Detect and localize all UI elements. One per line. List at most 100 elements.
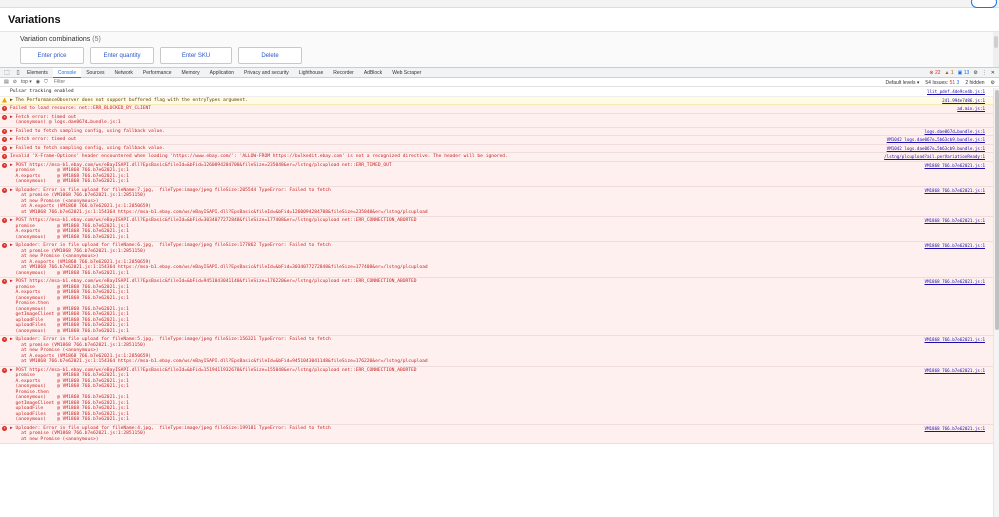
tab-network[interactable]: Network (110, 68, 138, 78)
error-icon: × (2, 279, 7, 284)
console-filter-input[interactable] (53, 78, 174, 86)
issues-error-count: 51 (949, 79, 956, 86)
live-expression-eye-icon[interactable]: ◉ (36, 79, 40, 85)
device-toolbar-icon[interactable]: ▯ (14, 69, 22, 77)
devtools-status: ⊗ 22 ▲ 1 ▣ 13 ⚙ ⋮ ✕ (929, 68, 995, 78)
error-icon: × (2, 106, 7, 111)
error-icon: × (2, 128, 7, 134)
console-message-line: (anonymous) @ VM1868 766.b7e62021.js:1 (10, 417, 129, 422)
tab-lighthouse[interactable]: Lighthouse (294, 68, 328, 78)
tab-web-scraper[interactable]: Web Scraper (387, 68, 426, 78)
console-source-link[interactable]: VM1868 766.b7e62021.js:1 (924, 188, 985, 194)
console-scrollbar[interactable] (993, 88, 999, 517)
variation-section: Variation combinations (5) Enter price E… (0, 32, 999, 67)
console-message-error[interactable]: × ▶ POST https://msa-b1.ebay.com/ws/eBayI… (0, 161, 993, 187)
enter-price-button[interactable]: Enter price (20, 47, 84, 64)
variation-actions: Enter price Enter quantity Enter SKU Del… (20, 47, 302, 64)
console-message-error[interactable]: × ▶ Uploader: Error in file upload for fi… (0, 186, 993, 217)
console-source-link[interactable]: VM1868 766.b7e62021.js:1 (924, 243, 985, 249)
clear-console-icon[interactable]: ⊘ (13, 79, 17, 85)
console-message-warn[interactable]: ▶ The PerformanceObserver does not suppo… (0, 96, 993, 105)
page-title: Variations (8, 13, 61, 26)
console-message-line: Invalid 'X-Frame-Options' header encount… (10, 154, 508, 159)
console-source-link[interactable]: VM1868 766.b7e62021.js:1 (924, 279, 985, 285)
more-options-icon[interactable]: ⋮ (982, 70, 987, 76)
console-source-link[interactable]: /lstng/plcupload?ail.perVariationReady:1 (884, 154, 985, 160)
tab-privacy-security[interactable]: Privacy and security (239, 68, 294, 78)
sidebar-toggle-icon[interactable]: ▤ (4, 79, 9, 85)
error-icon: × (2, 425, 7, 431)
console-settings-gear-icon[interactable]: ⚙ (991, 80, 995, 86)
warning-count-badge[interactable]: ▲ 1 (945, 70, 954, 76)
error-icon: × (2, 367, 7, 373)
console-message-error[interactable]: × ▶ Failed to fetch sampling config, usin… (0, 127, 993, 136)
console-message-error[interactable]: × ▶ POST https://msa-b1.ebay.com/ws/eBayI… (0, 366, 993, 425)
console-message-line: at VM1868 766.b7e62021.js:1:154364 https… (10, 209, 428, 215)
console-message-error[interactable]: × Invalid 'X-Frame-Options' header encoun… (0, 153, 993, 162)
variation-count: (5) (92, 36, 101, 43)
tab-recorder[interactable]: Recorder (328, 68, 359, 78)
tab-console[interactable]: Console (52, 67, 82, 78)
console-message-error[interactable]: × ▶ Fetch error: timed out VM1042 logs.dae… (0, 136, 993, 145)
tab-performance[interactable]: Performance (138, 68, 177, 78)
console-source-link[interactable]: VM1042 logs.dae067e…5b63cb9.bundle.js:1 (887, 137, 985, 143)
info-count-badge[interactable]: ▣ 13 (958, 70, 970, 76)
console-message-error[interactable]: × Failed to load resource: net::ERR_BLOCK… (0, 105, 993, 114)
tab-sources[interactable]: Sources (81, 68, 109, 78)
console-message-line: Failed to load resource: net::ERR_BLOCKE… (10, 106, 152, 111)
page-scrollbar[interactable] (993, 32, 999, 67)
error-count-badge[interactable]: ⊗ 22 (929, 70, 940, 76)
console-message-error[interactable]: × ▶ POST https://msa-b1.ebay.com/ws/eBayI… (0, 217, 993, 242)
screen: Variations Variation combinations (5) En… (0, 0, 999, 517)
console-message-log[interactable]: Pulsar tracking enabled llit_pdef.4de9ce4… (0, 88, 993, 97)
console-filterbar: ▤ ⊘ top ▾ ◉ ⛉ Default levels ▾ 54 Issues… (0, 78, 999, 87)
console-source-link[interactable]: 241.994e7d86.js:1 (942, 98, 985, 104)
info-count: 13 (963, 70, 970, 76)
console-message-error[interactable]: × ▶ Uploader: Error in file upload for fi… (0, 336, 993, 367)
error-count: 22 (934, 70, 941, 76)
enter-quantity-button[interactable]: Enter quantity (90, 47, 154, 64)
console-message-error[interactable]: × ▶ Fetch error: timed out (anonymous) @ … (0, 113, 993, 128)
tab-memory[interactable]: Memory (177, 68, 205, 78)
console-source-link[interactable]: VM1868 766.b7e62021.js:1 (924, 218, 985, 224)
enter-sku-button[interactable]: Enter SKU (160, 47, 232, 64)
close-devtools-icon[interactable]: ✕ (991, 70, 995, 76)
console-source-link[interactable]: VM1868 766.b7e62021.js:1 (924, 426, 985, 432)
browser-toolbar-strip (0, 0, 999, 8)
console-message-line: ▶ Fetch error: timed out (10, 137, 77, 142)
console-message-line: (anonymous) @ VM1868 766.b7e62021.js:1 (10, 270, 129, 276)
console-source-link[interactable]: llit_pdef.4de9ce4b.js:1 (927, 89, 985, 95)
tab-adblock[interactable]: AdBlock (359, 68, 387, 78)
error-icon: × (2, 187, 7, 193)
console-message-error[interactable]: × ▶ Uploader: Error in file upload for fi… (0, 424, 993, 444)
console-message-line: (anonymous) @ VM1868 766.b7e62021.js:1 (10, 179, 129, 184)
issues-label: 54 Issues: (925, 79, 949, 86)
context-selector[interactable]: top ▾ (21, 79, 32, 85)
page-scrollbar-thumb[interactable] (994, 36, 998, 48)
console-message-error[interactable]: × ▶ POST https://msa-b1.ebay.com/ws/eBayI… (0, 278, 993, 336)
delete-button[interactable]: Delete (238, 47, 302, 64)
inspect-icon[interactable]: ⬚ (3, 69, 11, 77)
console-source-link[interactable]: logs.dae067d…bundle.js:1 (924, 129, 985, 135)
profile-button[interactable] (971, 0, 997, 8)
console-message-line: ▶ Failed to fetch sampling config, using… (10, 128, 165, 134)
console-source-link[interactable]: VM1868 766.b7e62021.js:1 (924, 368, 985, 374)
settings-gear-icon[interactable]: ⚙ (973, 70, 977, 76)
console-source-link[interactable]: VM1868 766.b7e62021.js:1 (924, 163, 985, 169)
console-source-link[interactable]: VM1868 766.b7e62021.js:1 (924, 337, 985, 343)
issues-button[interactable]: 54 Issues: 51 3 (925, 80, 959, 86)
filter-icon: ⛉ (44, 79, 48, 85)
error-icon: × (2, 137, 7, 142)
issues-info-count: 3 (956, 79, 960, 86)
console-source-link[interactable]: ad.min.js:1 (957, 106, 985, 112)
console-scrollbar-thumb[interactable] (995, 90, 999, 330)
page-header: Variations (0, 8, 999, 32)
console-message-error[interactable]: × ▶ Uploader: Error in file upload for fi… (0, 242, 993, 278)
error-icon: × (2, 154, 7, 159)
tab-application[interactable]: Application (205, 68, 239, 78)
console-source-link[interactable]: VM1042 logs.dae067e…5b63cb9.bundle.js:1 (887, 146, 985, 152)
devtools-tabbar: ⬚ ▯ Elements Console Sources Network Per… (0, 67, 999, 78)
log-levels-dropdown[interactable]: Default levels ▾ (885, 80, 919, 86)
console-message-error[interactable]: × ▶ Failed to fetch sampling config, usin… (0, 144, 993, 153)
tab-elements[interactable]: Elements (22, 68, 53, 78)
